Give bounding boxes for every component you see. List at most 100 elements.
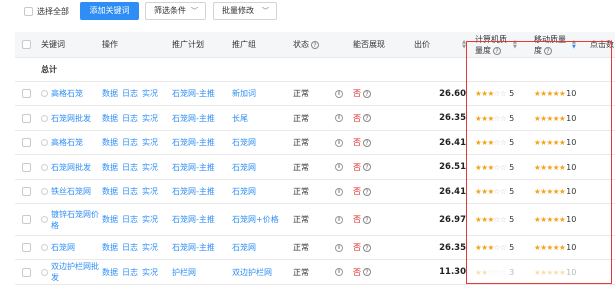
help-icon[interactable]: ? (363, 243, 371, 252)
campaign-link[interactable]: 石笼网-主推 (172, 155, 215, 179)
live-link[interactable]: 实况 (142, 214, 158, 225)
data-link[interactable]: 数据 (102, 113, 118, 124)
bid-value[interactable]: 26.51 (414, 155, 466, 179)
pause-icon[interactable]: II (335, 138, 343, 147)
help-icon[interactable]: ? (363, 163, 371, 171)
select-all-label[interactable]: 选择全部 (37, 6, 69, 17)
keyword-link[interactable]: 铁丝石笼网 (51, 186, 91, 197)
log-link[interactable]: 日志 (122, 242, 138, 253)
pause-icon[interactable]: II (335, 268, 343, 276)
campaign-link[interactable]: 护栏网 (172, 260, 196, 284)
filter-dropdown[interactable]: 筛选条件 ﹀ (145, 2, 206, 20)
live-link[interactable]: 实况 (142, 137, 158, 148)
select-all-checkbox[interactable] (24, 7, 33, 16)
campaign-link[interactable]: 石笼网-主推 (172, 106, 215, 130)
row-checkbox[interactable] (22, 267, 31, 277)
row-checkbox[interactable] (22, 215, 31, 224)
pc-quality-cell: ★ ★ ★ ☆ ☆ 5 (475, 204, 514, 235)
bid-value[interactable]: 26.35 (414, 106, 466, 130)
data-link[interactable]: 数据 (102, 162, 118, 173)
campaign-link[interactable]: 石笼网-主推 (172, 180, 215, 203)
adgroup-link[interactable]: 石笼网 (232, 131, 256, 154)
keyword-link[interactable]: 高格石笼 (51, 137, 83, 148)
row-checkbox[interactable] (22, 113, 31, 123)
col-mobile-quality[interactable]: 移动质量 度? ▲ ▼ (534, 32, 594, 57)
keyword-link[interactable]: 镀锌石笼网价格 (51, 209, 99, 231)
bid-value[interactable]: 26.35 (414, 236, 466, 259)
help-icon[interactable]: ? (363, 114, 371, 122)
log-link[interactable]: 日志 (122, 113, 138, 124)
live-link[interactable]: 实况 (142, 113, 158, 124)
log-link[interactable]: 日志 (122, 88, 138, 99)
keyword-link[interactable]: 石笼网批发 (51, 162, 91, 173)
row-checkbox[interactable] (22, 138, 31, 147)
bid-value[interactable]: 26.60 (414, 82, 466, 105)
pause-icon[interactable]: II (335, 215, 343, 224)
help-icon[interactable]: ? (363, 138, 371, 147)
bid-value[interactable]: 26.97 (414, 204, 466, 235)
pc-quality-stars: ★ ★ ★ ☆ ☆ (475, 89, 507, 98)
col-pc-quality[interactable]: 计算机质 量度? ▲ ▼ (475, 32, 537, 57)
keyword-status-dot (41, 90, 48, 97)
pause-icon[interactable]: II (335, 187, 343, 196)
mobile-quality-score: 10 (566, 267, 577, 277)
help-icon[interactable]: ? (363, 187, 371, 196)
sort-icon[interactable]: ▲ ▼ (513, 39, 517, 50)
header-checkbox[interactable] (22, 40, 31, 49)
bid-value[interactable]: 26.41 (414, 180, 466, 203)
campaign-link[interactable]: 石笼网-主推 (172, 236, 215, 259)
live-link[interactable]: 实况 (142, 242, 158, 253)
help-icon[interactable]: ? (363, 268, 371, 276)
bid-value[interactable]: 26.41 (414, 131, 466, 154)
keyword-cell: 石笼网批发 (41, 106, 99, 130)
pause-icon[interactable]: II (335, 89, 343, 98)
pause-icon[interactable]: II (335, 163, 343, 171)
row-checkbox[interactable] (22, 243, 31, 252)
log-link[interactable]: 日志 (122, 267, 138, 278)
data-link[interactable]: 数据 (102, 267, 118, 278)
campaign-link[interactable]: 石笼网-主推 (172, 82, 215, 105)
sort-icon[interactable]: ▲ ▼ (462, 39, 466, 50)
log-link[interactable]: 日志 (122, 214, 138, 225)
adgroup-link[interactable]: 石笼网 (232, 236, 256, 259)
row-checkbox[interactable] (22, 187, 31, 196)
sort-icon[interactable]: ▲ ▼ (572, 39, 576, 50)
keyword-link[interactable]: 石笼网 (51, 242, 75, 253)
col-bid[interactable]: 出价 ▲ ▼ (414, 32, 466, 57)
adgroup-link[interactable]: 石笼网+价格 (232, 204, 279, 235)
keyword-link[interactable]: 石笼网批发 (51, 113, 91, 124)
data-link[interactable]: 数据 (102, 214, 118, 225)
data-link[interactable]: 数据 (102, 186, 118, 197)
row-checkbox[interactable] (22, 89, 31, 98)
batch-edit-dropdown[interactable]: 批量修改 ﹀ (213, 2, 277, 20)
bid-value[interactable]: 11.30 (414, 260, 466, 284)
adgroup-link[interactable]: 双边护栏网 (232, 260, 272, 284)
keyword-link[interactable]: 高格石笼 (51, 88, 83, 99)
adgroup-link[interactable]: 新加词 (232, 82, 256, 105)
data-link[interactable]: 数据 (102, 137, 118, 148)
pause-icon[interactable]: II (335, 114, 343, 122)
live-link[interactable]: 实况 (142, 162, 158, 173)
help-icon[interactable]: ? (544, 46, 552, 55)
live-link[interactable]: 实况 (142, 88, 158, 99)
help-icon[interactable]: ? (363, 215, 371, 224)
help-icon[interactable]: ? (363, 89, 371, 98)
add-keyword-button[interactable]: 添加关键词 (80, 2, 139, 20)
pause-icon[interactable]: II (335, 243, 343, 252)
live-link[interactable]: 实况 (142, 186, 158, 197)
data-link[interactable]: 数据 (102, 242, 118, 253)
campaign-link[interactable]: 石笼网-主推 (172, 204, 215, 235)
log-link[interactable]: 日志 (122, 162, 138, 173)
campaign-link[interactable]: 石笼网-主推 (172, 131, 215, 154)
help-icon[interactable]: ? (311, 40, 319, 49)
help-icon[interactable]: ? (493, 46, 501, 55)
row-checkbox[interactable] (22, 162, 31, 172)
keyword-link[interactable]: 双边护栏网批发 (51, 261, 99, 283)
adgroup-link[interactable]: 石笼网 (232, 180, 256, 203)
log-link[interactable]: 日志 (122, 186, 138, 197)
adgroup-link[interactable]: 长尾 (232, 106, 248, 130)
log-link[interactable]: 日志 (122, 137, 138, 148)
data-link[interactable]: 数据 (102, 88, 118, 99)
live-link[interactable]: 实况 (142, 267, 158, 278)
adgroup-link[interactable]: 石笼网 (232, 155, 256, 179)
